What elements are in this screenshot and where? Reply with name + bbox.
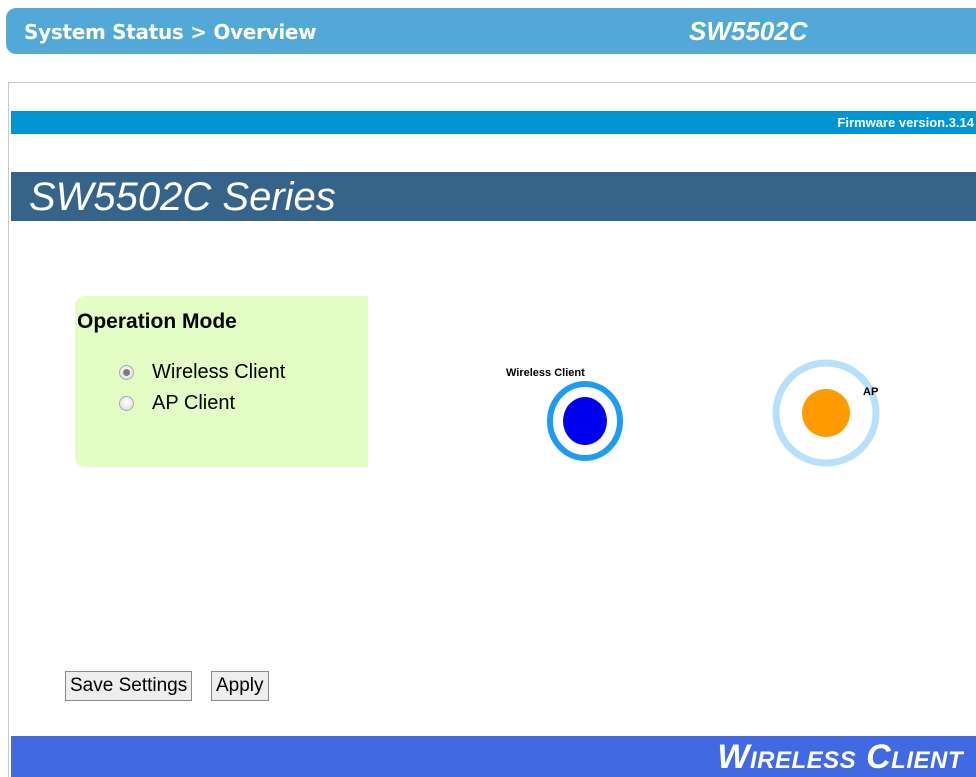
header-model-name: SW5502C	[689, 16, 808, 46]
apply-button[interactable]: Apply	[211, 671, 269, 701]
operation-mode-panel: Operation Mode Wireless Client AP Client	[75, 296, 368, 467]
diagram-ap-label: AP	[863, 386, 879, 398]
wireless-client-label: Wireless Client	[152, 360, 286, 383]
footer-mode-bar: Wireless Client	[11, 736, 976, 777]
firmware-version: Firmware version.3.14	[837, 115, 974, 130]
series-banner: SW5502C Series	[11, 172, 976, 221]
radio-option-wireless-client[interactable]: Wireless Client	[119, 360, 285, 384]
save-settings-button[interactable]: Save Settings	[65, 671, 193, 701]
radio-option-ap-client[interactable]: AP Client	[119, 391, 235, 415]
wireless-client-icon	[547, 381, 623, 461]
operation-mode-title: Operation Mode	[77, 310, 237, 333]
access-point-icon	[772, 359, 880, 467]
top-header-bar: System Status > Overview SW5502C	[6, 8, 976, 54]
wireless-client-radio[interactable]	[119, 364, 134, 380]
ap-client-radio[interactable]	[119, 395, 134, 411]
ap-client-label: AP Client	[152, 391, 236, 414]
diagram-client-label: Wireless Client	[506, 367, 585, 379]
series-title: SW5502C Series	[29, 175, 336, 219]
breadcrumb: System Status > Overview	[24, 20, 317, 44]
footer-mode-title: Wireless Client	[717, 738, 963, 776]
firmware-bar: Firmware version.3.14	[11, 111, 976, 134]
content-frame: Firmware version.3.14 SW5502C Series Ope…	[8, 82, 976, 777]
